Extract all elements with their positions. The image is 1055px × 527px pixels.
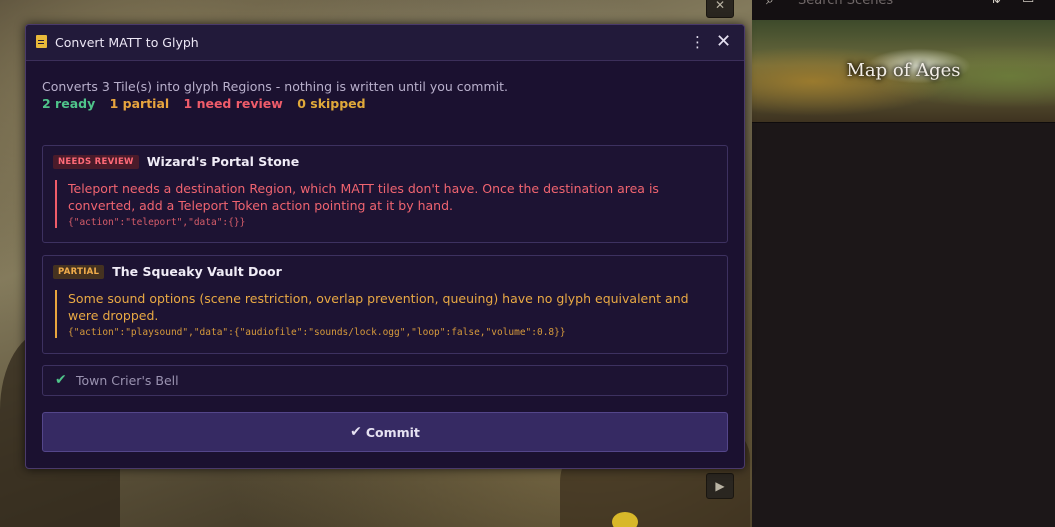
status-badge: NEEDS REVIEW: [53, 154, 139, 169]
partial-count: 1 partial: [109, 96, 170, 111]
close-icon[interactable]: ✕: [716, 31, 731, 52]
commit-label: Commit: [365, 424, 420, 440]
item-message: Some sound options (scene restriction, o…: [68, 291, 689, 323]
dialog-header[interactable]: Convert MATT to Glyph ⋮ ✕: [26, 25, 744, 61]
check-icon: ✔: [350, 424, 362, 440]
item-name: The Squeaky Vault Door: [112, 264, 282, 279]
item-code: {"action":"playsound","data":{"audiofile…: [68, 327, 566, 338]
list-item: ✔ Town Crier's Bell: [42, 365, 728, 396]
scene-leaf: [612, 512, 638, 527]
ready-count: 2 ready: [42, 96, 96, 111]
collapse-icon[interactable]: ▭: [1022, 0, 1034, 7]
list-item: NEEDS REVIEW Wizard's Portal Stone Telep…: [42, 145, 728, 243]
sort-icon[interactable]: ⇅: [990, 0, 1001, 7]
item-header: PARTIAL The Squeaky Vault Door: [53, 264, 282, 279]
commit-button[interactable]: ✔ Commit: [42, 412, 728, 452]
document-icon: [36, 35, 47, 48]
list-item: PARTIAL The Squeaky Vault Door Some soun…: [42, 255, 728, 354]
sidebar-search-bar: ⌕ Search Scenes ⇅ ▭: [752, 0, 1055, 20]
item-message: Teleport needs a destination Region, whi…: [68, 181, 659, 213]
item-note: Teleport needs a destination Region, whi…: [55, 180, 718, 228]
search-input[interactable]: Search Scenes: [798, 0, 893, 8]
dialog-title: Convert MATT to Glyph: [55, 35, 199, 50]
status-counts: 2 ready 1 partial 1 need review 0 skippe…: [42, 96, 376, 111]
convert-dialog: Convert MATT to Glyph ⋮ ✕ Converts 3 Til…: [25, 24, 745, 469]
search-icon[interactable]: ⌕: [766, 0, 774, 8]
scenes-sidebar: ⌕ Search Scenes ⇅ ▭ Map of Ages: [752, 0, 1055, 527]
check-icon: ✔: [55, 372, 67, 388]
skipped-count: 0 skipped: [297, 96, 366, 111]
item-code: {"action":"teleport","data":{}}: [68, 217, 246, 228]
item-name: Wizard's Portal Stone: [146, 154, 300, 169]
scene-name: Map of Ages: [846, 60, 961, 81]
item-note: Some sound options (scene restriction, o…: [55, 290, 718, 338]
scene-card[interactable]: Map of Ages: [752, 20, 1055, 123]
canvas-control-icon[interactable]: ✕: [706, 0, 734, 18]
status-badge: PARTIAL: [53, 264, 105, 279]
review-count: 1 need review: [183, 96, 283, 111]
conversion-summary: Converts 3 Tile(s) into glyph Regions - …: [42, 79, 508, 94]
kebab-menu-icon[interactable]: ⋮: [690, 33, 705, 51]
item-header: NEEDS REVIEW Wizard's Portal Stone: [53, 154, 299, 169]
sidebar-toggle-icon[interactable]: ▶: [706, 473, 734, 499]
item-name: Town Crier's Bell: [76, 373, 179, 388]
